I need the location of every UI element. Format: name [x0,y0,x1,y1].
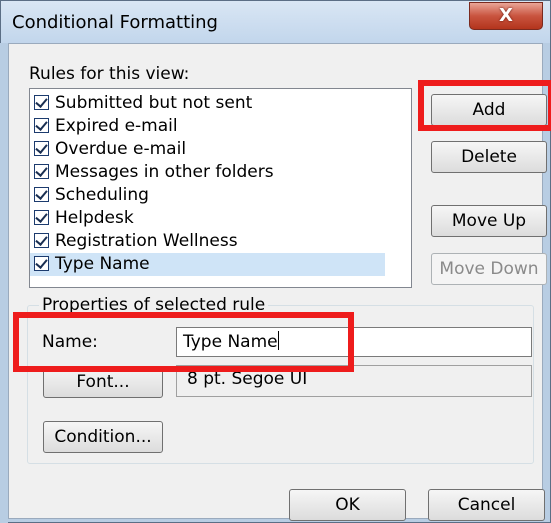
rule-label: Messages in other folders [55,162,274,182]
rule-item[interactable]: Submitted but not sent [30,92,385,115]
rule-label: Submitted but not sent [55,93,253,113]
rule-checkbox[interactable] [34,256,49,271]
rule-checkbox[interactable] [34,187,49,202]
rule-checkbox[interactable] [34,233,49,248]
rules-list[interactable]: Submitted but not sent Expired e-mail Ov… [29,88,412,288]
name-highlight-box [13,312,354,372]
rule-checkbox[interactable] [34,210,49,225]
window-title: Conditional Formatting [12,12,218,33]
rule-item[interactable]: Registration Wellness [30,230,385,253]
add-highlight-box [418,80,551,131]
delete-button[interactable]: Delete [431,141,547,173]
rule-label: Scheduling [55,185,149,205]
rule-checkbox[interactable] [34,141,49,156]
rule-checkbox[interactable] [34,118,49,133]
rule-item[interactable]: Helpdesk [30,207,385,230]
rules-label: Rules for this view: [29,64,190,84]
move-down-button[interactable]: Move Down [431,253,547,285]
rule-item[interactable]: Messages in other folders [30,161,385,184]
cancel-button[interactable]: Cancel [428,489,545,521]
move-up-button[interactable]: Move Up [431,205,547,237]
window-left-edge [0,43,8,523]
rule-label: Type Name [55,254,150,274]
rule-item-selected[interactable]: Type Name [30,253,385,276]
rule-label: Overdue e-mail [55,139,187,159]
rule-item[interactable]: Expired e-mail [30,115,385,138]
condition-button[interactable]: Condition... [43,421,163,453]
rule-label: Registration Wellness [55,231,238,251]
rule-item[interactable]: Overdue e-mail [30,138,385,161]
close-button[interactable]: X [469,2,543,30]
rule-item[interactable]: Scheduling [30,184,385,207]
ok-button[interactable]: OK [289,489,406,521]
rule-label: Expired e-mail [55,116,178,136]
rule-checkbox[interactable] [34,95,49,110]
rule-label: Helpdesk [55,208,134,228]
rule-checkbox[interactable] [34,164,49,179]
